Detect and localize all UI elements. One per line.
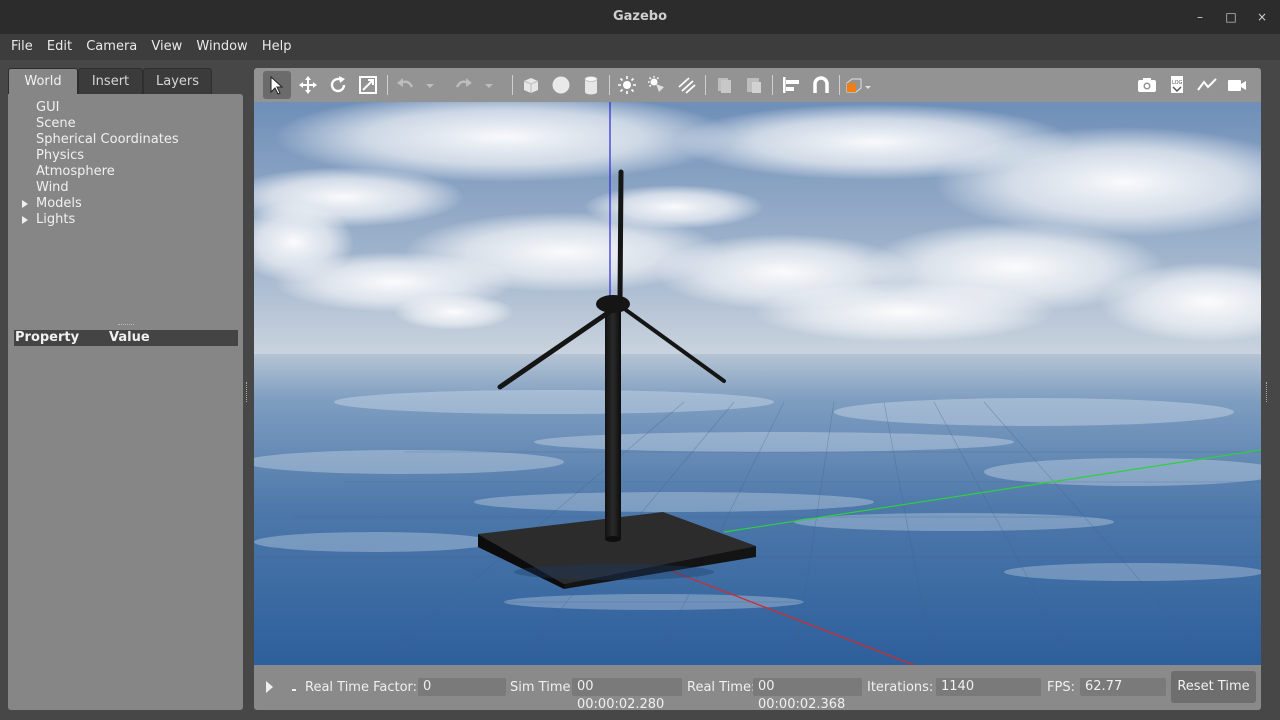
property-column-header: Property <box>15 330 80 345</box>
sim-time-value: 00 00:00:02.280 <box>572 678 682 712</box>
paste-icon[interactable] <box>742 73 766 97</box>
directional-light-icon[interactable] <box>675 73 699 97</box>
video-record-icon[interactable] <box>1225 73 1249 97</box>
left-panel: World Insert Layers GUI Scene Spherical … <box>8 68 243 710</box>
log-icon[interactable]: LOG <box>1165 73 1189 97</box>
scale-mode-icon[interactable] <box>356 73 380 97</box>
tree-item-label: Spherical Coordinates <box>36 132 179 147</box>
expand-arrow-icon[interactable] <box>22 200 28 208</box>
property-table-header: Property Value <box>14 330 238 346</box>
spot-light-icon[interactable] <box>645 73 669 97</box>
tab-world[interactable]: World <box>8 68 78 96</box>
svg-text:LOG: LOG <box>1172 80 1183 86</box>
snap-icon[interactable] <box>809 73 833 97</box>
tree-item-lights[interactable]: Lights <box>8 212 243 228</box>
scene-viewport[interactable] <box>254 102 1261 665</box>
reset-time-button[interactable]: Reset Time <box>1171 671 1256 703</box>
turbine-tower[interactable] <box>605 302 621 539</box>
toolbar-separator <box>705 75 706 95</box>
toolbar-separator <box>609 75 610 95</box>
minimize-button[interactable]: – <box>1190 0 1210 34</box>
menu-file[interactable]: File <box>6 34 38 60</box>
menu-camera[interactable]: Camera <box>81 34 142 60</box>
plot-icon[interactable] <box>1195 73 1219 97</box>
toolbar-separator <box>512 75 513 95</box>
point-light-icon[interactable] <box>615 73 639 97</box>
tree-item-label: Atmosphere <box>36 164 115 179</box>
tab-insert[interactable]: Insert <box>78 68 143 94</box>
translate-mode-icon[interactable] <box>296 73 320 97</box>
value-column-header: Value <box>109 330 150 345</box>
menu-view[interactable]: View <box>146 34 187 60</box>
expand-arrow-icon[interactable] <box>22 216 28 224</box>
window-title-bar: Gazebo <box>0 0 1280 34</box>
toolbar-separator <box>387 75 388 95</box>
tree-item-label: Scene <box>36 116 76 131</box>
left-splitter-handle[interactable] <box>246 382 250 402</box>
redo-history-icon[interactable] <box>483 73 495 97</box>
toolbar-separator <box>839 75 840 95</box>
scene-toolbar: LOG <box>254 68 1261 102</box>
maximize-button[interactable]: □ <box>1221 0 1241 34</box>
tree-item-label: Models <box>36 196 82 211</box>
undo-icon[interactable] <box>393 73 417 97</box>
tree-item-wind[interactable]: Wind <box>8 180 243 196</box>
play-icon[interactable] <box>266 681 273 693</box>
select-mode-icon[interactable] <box>263 71 291 99</box>
view-angle-icon[interactable] <box>844 73 874 97</box>
scene-render <box>254 102 1261 665</box>
undo-history-icon[interactable] <box>424 73 436 97</box>
sim-time-label: Sim Time: <box>510 680 575 695</box>
rotate-mode-icon[interactable] <box>326 73 350 97</box>
menu-bar: File Edit Camera View Window Help <box>0 34 1280 60</box>
tree-item-gui[interactable]: GUI <box>8 100 243 116</box>
menu-help[interactable]: Help <box>257 34 297 60</box>
tree-item-spherical-coordinates[interactable]: Spherical Coordinates <box>8 132 243 148</box>
close-button[interactable]: × <box>1252 0 1272 34</box>
tab-layers[interactable]: Layers <box>143 68 212 94</box>
world-tree: GUI Scene Spherical Coordinates Physics … <box>8 100 243 228</box>
real-time-factor-label: Real Time Factor: <box>305 680 418 695</box>
status-bar: Real Time Factor: 0 Sim Time: 00 00:00:0… <box>254 665 1261 712</box>
right-splitter-handle[interactable] <box>1266 382 1270 402</box>
tower-foot <box>605 536 621 542</box>
iterations-value: 1140 <box>936 678 1041 696</box>
turbine-nacelle[interactable] <box>596 295 630 313</box>
world-panel: GUI Scene Spherical Coordinates Physics … <box>8 94 243 710</box>
tree-item-label: Lights <box>36 212 76 227</box>
tree-item-label: Wind <box>36 180 69 195</box>
tree-item-atmosphere[interactable]: Atmosphere <box>8 164 243 180</box>
toolbar-separator <box>772 75 773 95</box>
window-title: Gazebo <box>612 9 668 24</box>
real-time-value: 00 00:00:02.368 <box>753 678 862 712</box>
step-icon[interactable] <box>292 689 296 691</box>
redo-icon[interactable] <box>452 73 476 97</box>
fps-value: 62.77 <box>1080 678 1166 696</box>
menu-edit[interactable]: Edit <box>42 34 77 60</box>
copy-icon[interactable] <box>712 73 736 97</box>
box-shape-icon[interactable] <box>519 73 543 97</box>
left-panel-tabs: World Insert Layers <box>8 68 243 96</box>
menu-window[interactable]: Window <box>191 34 252 60</box>
tree-item-scene[interactable]: Scene <box>8 116 243 132</box>
tree-item-models[interactable]: Models <box>8 196 243 212</box>
tree-item-physics[interactable]: Physics <box>8 148 243 164</box>
screenshot-icon[interactable] <box>1135 73 1159 97</box>
real-time-factor-value: 0 <box>418 678 506 696</box>
panel-splitter-handle[interactable] <box>118 324 134 327</box>
iterations-label: Iterations: <box>867 680 934 695</box>
cylinder-shape-icon[interactable] <box>579 73 603 97</box>
fps-label: FPS: <box>1047 680 1075 695</box>
real-time-label: Real Time: <box>687 680 756 695</box>
tree-item-label: GUI <box>36 100 60 115</box>
align-icon[interactable] <box>779 73 803 97</box>
sphere-shape-icon[interactable] <box>549 73 573 97</box>
tree-item-label: Physics <box>36 148 85 163</box>
